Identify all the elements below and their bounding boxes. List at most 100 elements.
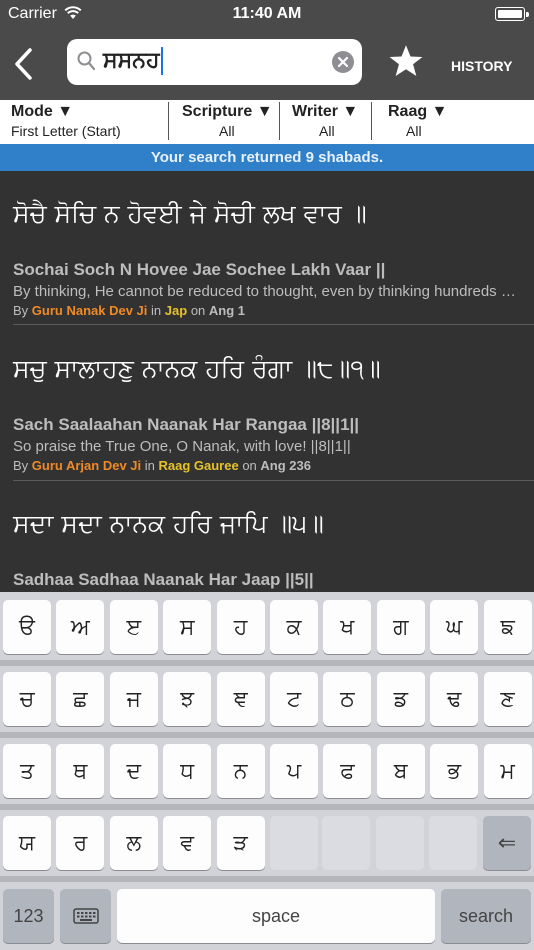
filter-scripture[interactable]: Scripture ▼ All [169,100,279,144]
empty-key [429,816,477,870]
keyboard-key[interactable]: ਮ [483,744,532,798]
keyboard-key[interactable]: ਕ [270,600,318,654]
favorites-button[interactable] [388,43,424,83]
keyboard-key[interactable]: ਨ [216,744,265,798]
text-cursor [160,47,163,75]
keyboard-key[interactable]: ੳ [3,600,51,654]
keyboard-key[interactable]: ਞ [216,672,265,726]
keyboard-key[interactable]: ਗ [376,600,425,654]
result-transliteration: Sach Saalaahan Naanak Har Rangaa ||8||1|… [13,415,360,434]
result-count-banner: Your search returned 9 shabads. [0,144,534,171]
filter-scripture-label: Scripture ▼ [182,103,273,120]
delete-key[interactable]: ⇐ [483,816,531,870]
keyboard-key[interactable]: ਣ [483,672,532,726]
meta-in: in [151,303,162,318]
keyboard-key[interactable]: ਫ [323,744,372,798]
keyboard-key[interactable]: ਯ [3,816,51,870]
history-button[interactable]: HISTORY [451,58,512,74]
keyboard-key[interactable]: ਲ [109,816,158,870]
filter-mode-value: First Letter (Start) [11,123,121,139]
star-icon [389,45,423,76]
list-item[interactable]: ਸੋਚੈ ਸੋਚਿ ਨ ਹੋਵਈ ਜੇ ਸੋਚੀ ਲਖ ਵਾਰ ॥ Sochai… [0,171,534,325]
filter-writer-label: Writer ▼ [292,103,359,120]
clear-search-button[interactable] [332,51,354,73]
nav-bar: ਸਸਨਹ HISTORY [0,28,534,100]
meta-on: on [242,458,257,473]
filter-writer[interactable]: Writer ▼ All [280,100,370,144]
keyboard-key[interactable]: ਡ [376,672,425,726]
keyboard-key[interactable]: ਬ [376,744,425,798]
keyboard-key[interactable]: ਝ [163,672,212,726]
keyboard-row-separator [0,660,534,666]
filter-raag-value: All [406,123,422,139]
filter-mode[interactable]: Mode ▼ First Letter (Start) [0,100,168,144]
keyboard-switch-key[interactable] [60,889,111,943]
meta-by: By [13,458,29,473]
keyboard-key[interactable]: ਛ [56,672,105,726]
search-query-text: ਸਸਨਹ [103,48,160,73]
keyboard-key[interactable]: ਠ [323,672,372,726]
filter-raag-label: Raag ▼ [388,103,448,120]
keyboard-key[interactable]: ਧ [163,744,212,798]
keyboard-key[interactable]: ਥ [56,744,105,798]
list-item[interactable]: ਸਦਾ ਸਦਾ ਨਾਨਕ ਹਰਿ ਜਾਪਿ ॥੫॥ Sadhaa Sadhaa … [0,481,534,592]
result-writer: Guru Arjan Dev Ji [31,458,142,473]
space-key[interactable]: space [117,889,435,943]
result-transliteration: Sadhaa Sadhaa Naanak Har Jaap ||5|| [13,570,314,589]
filter-raag[interactable]: Raag ▼ All [372,100,472,144]
result-scripture: Jap [164,303,188,318]
keyboard-key[interactable]: ਙ [483,600,532,654]
keyboard-key[interactable]: ਘ [430,600,479,654]
result-translation: By thinking, He cannot be reduced to tho… [13,283,523,300]
keyboard-key[interactable]: ਜ [109,672,158,726]
status-bar: Carrier 11:40 AM [0,0,534,28]
results-list[interactable]: ਸੋਚੈ ਸੋਚਿ ਨ ਹੋਵਈ ਜੇ ਸੋਚੀ ਲਖ ਵਾਰ ॥ Sochai… [0,171,534,592]
meta-on: on [190,303,206,318]
search-input[interactable]: ਸਸਨਹ [103,47,163,75]
keyboard-key[interactable]: ਟ [270,672,318,726]
keyboard-key[interactable]: ਚ [3,672,51,726]
back-button[interactable] [10,46,42,82]
search-key[interactable]: search [441,889,531,943]
result-transliteration: Sochai Soch N Hovee Jae Sochee Lakh Vaar… [13,260,386,279]
result-ang: Ang 1 [208,303,246,318]
result-scripture: Raag Gauree [158,458,239,473]
keyboard-key[interactable]: ਹ [216,600,265,654]
keyboard-row-separator [0,804,534,810]
gurmukhi-keyboard: ⇐ 123 space search ੳਅੲਸਹਕਖਗਘਙ ਚਛਜਝਞਟਠਡਢਣ ਤ… [0,592,534,950]
empty-key [322,816,370,870]
filter-mode-label: Mode ▼ [11,103,74,120]
numbers-key[interactable]: 123 [3,889,54,943]
keyboard-key[interactable]: ਪ [270,744,318,798]
keyboard-key[interactable]: ਵ [163,816,212,870]
keyboard-key[interactable]: ੜ [216,816,265,870]
keyboard-key[interactable]: ਖ [323,600,372,654]
filter-scripture-value: All [219,123,235,139]
result-gurmukhi: ਸਦਾ ਸਦਾ ਨਾਨਕ ਹਰਿ ਜਾਪਿ ॥੫॥ [13,509,324,538]
keyboard-key[interactable]: ਭ [430,744,479,798]
empty-key [270,816,318,870]
battery-icon [495,7,529,21]
filter-writer-value: All [319,123,335,139]
keyboard-key[interactable]: ੲ [109,600,158,654]
backspace-icon: ⇐ [497,830,517,856]
meta-in: in [144,458,155,473]
keyboard-row-separator [0,876,534,882]
keyboard-icon [72,908,99,924]
result-translation: So praise the True One, O Nanak, with lo… [13,438,351,455]
keyboard-key[interactable]: ਸ [163,600,212,654]
filter-bar: Mode ▼ First Letter (Start) Scripture ▼ … [0,100,534,144]
result-ang: Ang 236 [260,458,311,473]
keyboard-key[interactable]: ਦ [109,744,158,798]
meta-by: By [13,303,29,318]
search-field[interactable]: ਸਸਨਹ [67,39,362,85]
list-item[interactable]: ਸਚੁ ਸਾਲਾਹਣੁ ਨਾਨਕ ਹਰਿ ਰੰਗਾ ॥੮॥੧॥ Sach Saa… [0,326,534,481]
search-icon [77,51,96,75]
divider [13,324,534,325]
clock: 11:40 AM [232,5,302,22]
close-icon [337,56,349,68]
keyboard-key[interactable]: ਤ [3,744,51,798]
keyboard-key[interactable]: ਰ [56,816,105,870]
keyboard-key[interactable]: ਢ [430,672,479,726]
keyboard-key[interactable]: ਅ [56,600,105,654]
